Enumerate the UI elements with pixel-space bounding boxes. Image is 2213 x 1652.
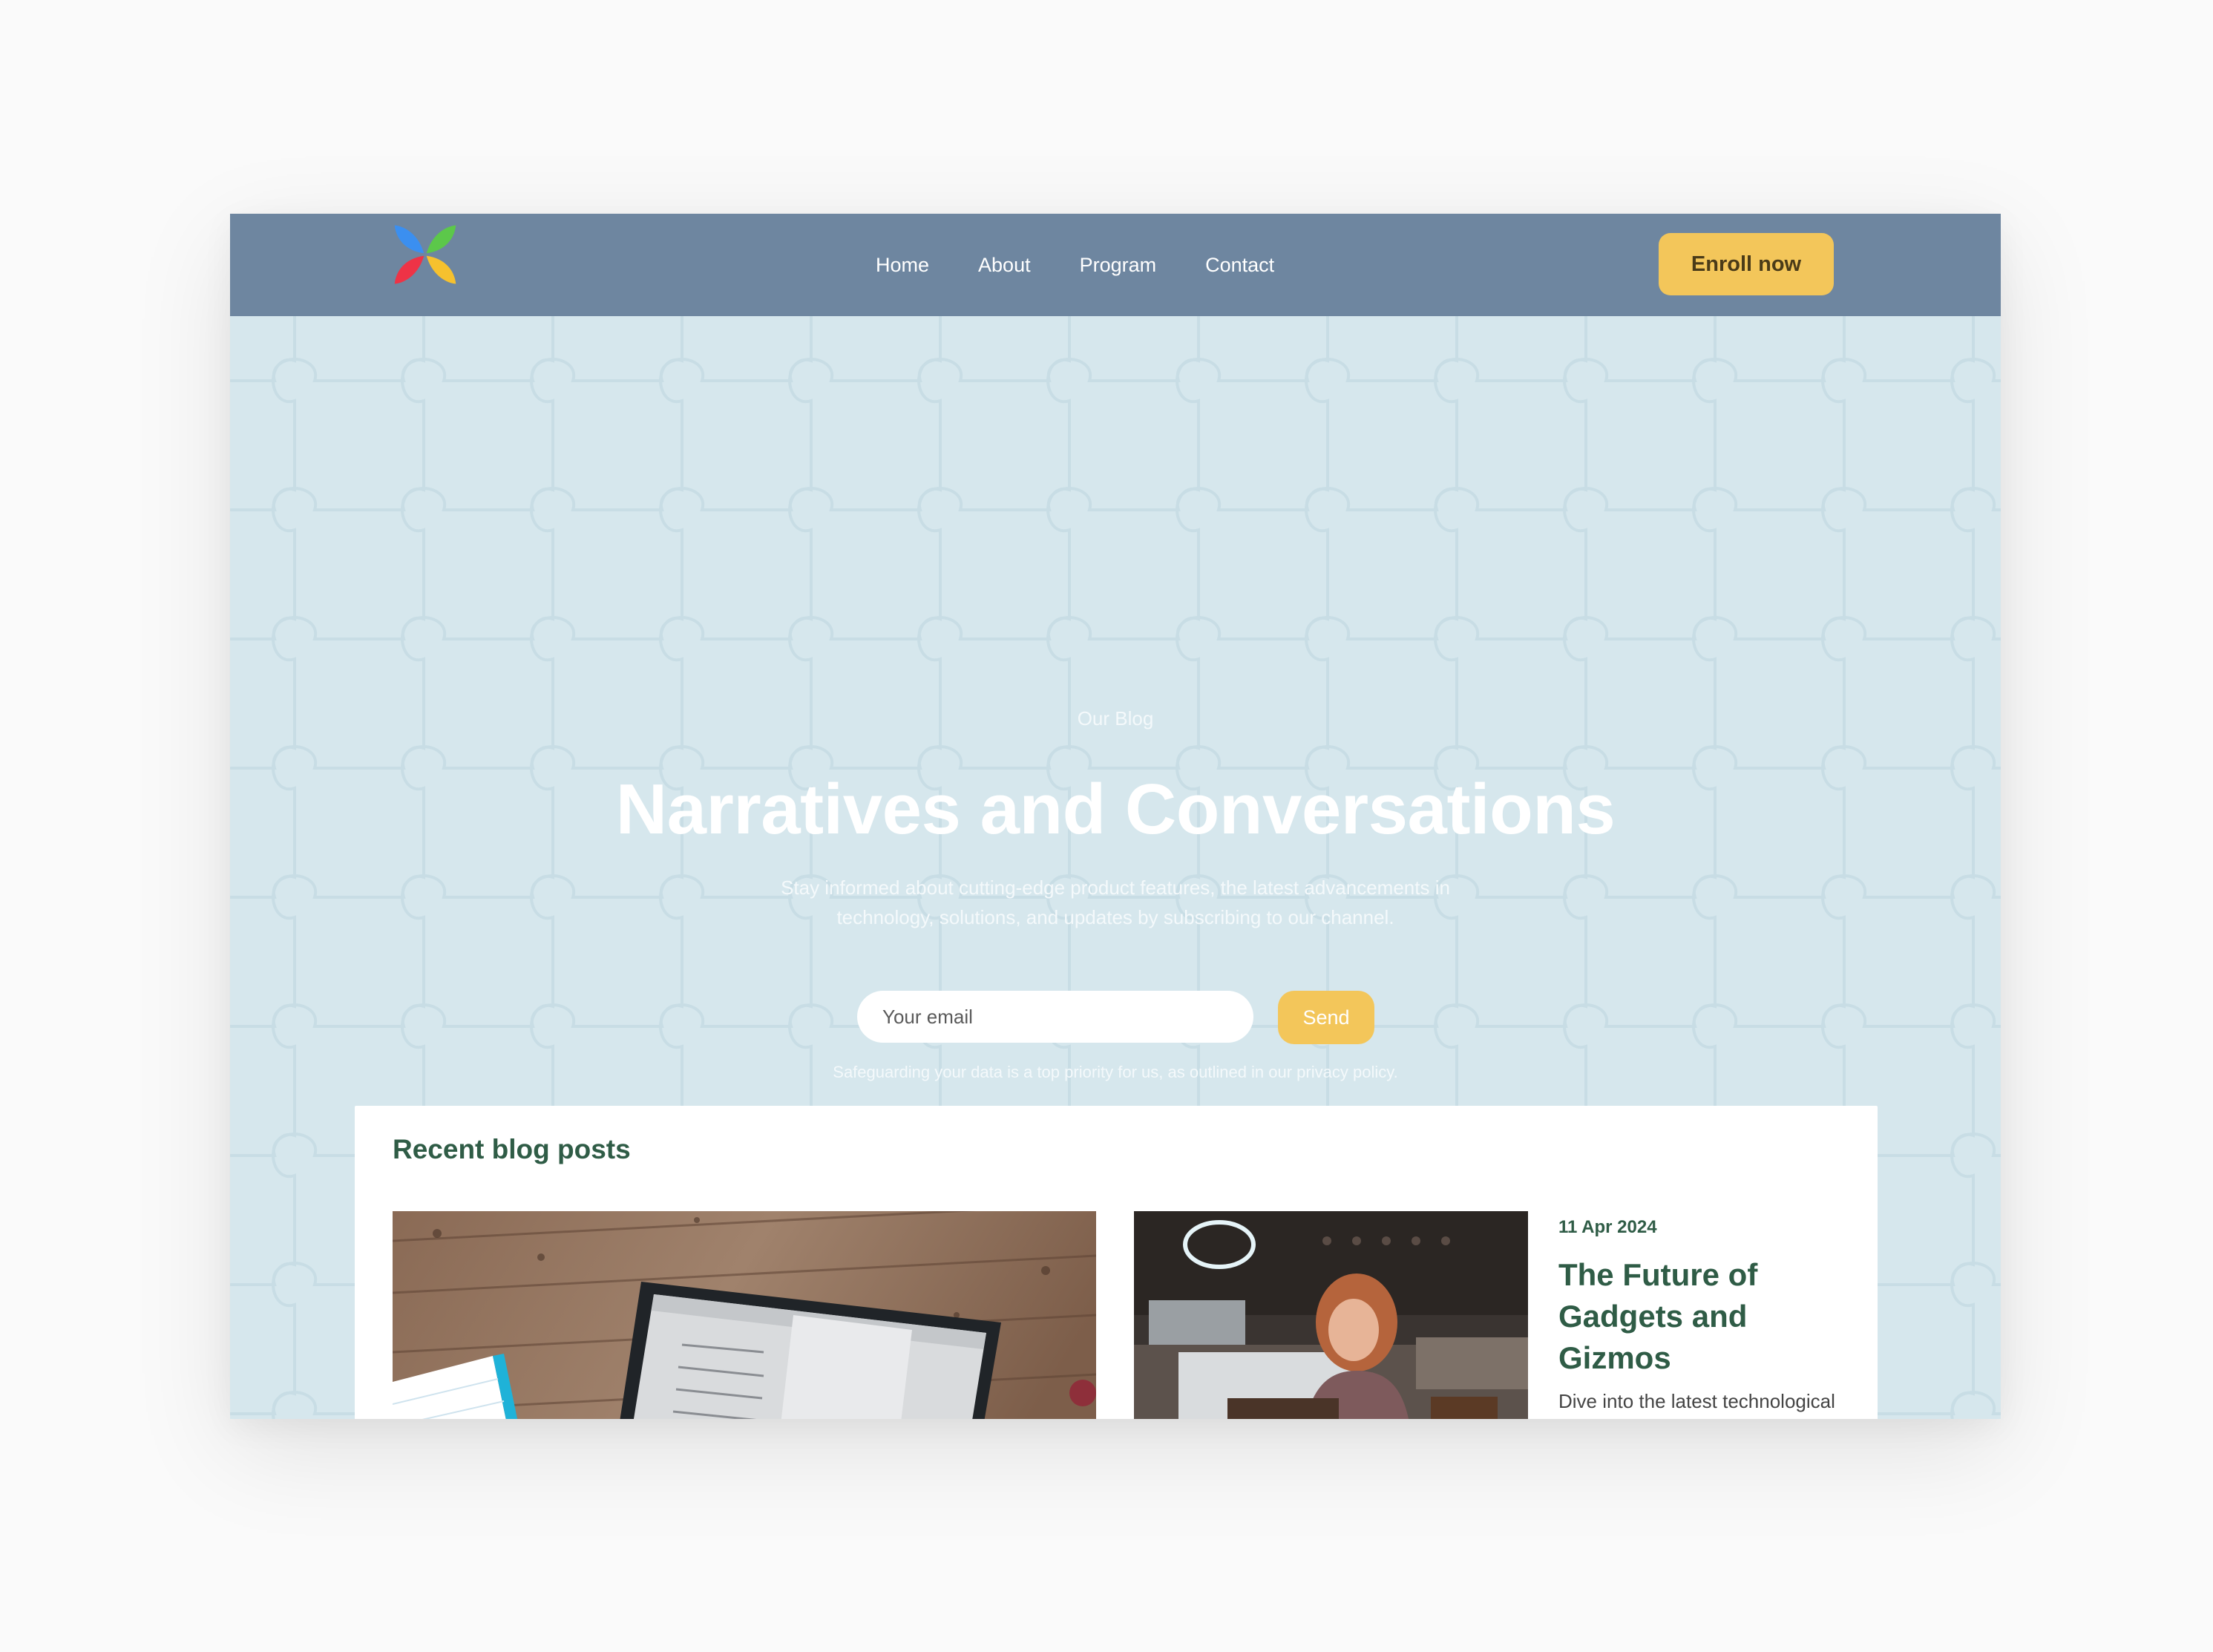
send-button[interactable]: Send [1278,991,1374,1044]
privacy-note: Safeguarding your data is a top priority… [833,1063,1398,1081]
nav-link-about[interactable]: About [978,254,1031,277]
post-date: 11 Apr 2024 [1558,1217,1657,1237]
hero-headline: Narratives and Conversations [615,770,1616,849]
nav-link-program[interactable]: Program [1080,254,1157,277]
email-input[interactable] [857,991,1253,1043]
recent-posts-panel: Recent blog posts 11 Apr 2024 The Future… [355,1106,1878,1419]
nav-link-contact[interactable]: Contact [1205,254,1274,277]
laptop-on-wooden-desk-photo[interactable] [393,1211,1096,1419]
top-navigation-bar: Home About Program Contact Enroll now [230,214,2001,316]
enroll-now-button[interactable]: Enroll now [1659,233,1834,295]
hero-subtext: Stay informed about cutting-edge product… [781,876,1450,928]
nav-link-home[interactable]: Home [876,254,929,277]
main-nav-links: Home About Program Contact [876,214,1274,316]
post-title-link[interactable]: The Future of Gadgets and Gizmos [1558,1254,1840,1379]
blog-hero-section: Our Blog Narratives and Conversations St… [230,316,2001,1419]
browser-page-frame: Home About Program Contact Enroll now Ou… [230,214,2001,1419]
section-title: Recent blog posts [393,1134,631,1164]
four-petal-logo-icon[interactable] [393,223,457,286]
post-excerpt: Dive into the latest technological marve… [1558,1390,1835,1412]
hero-eyebrow: Our Blog [1077,707,1154,730]
woman-in-cafe-photo[interactable] [1134,1211,1528,1419]
